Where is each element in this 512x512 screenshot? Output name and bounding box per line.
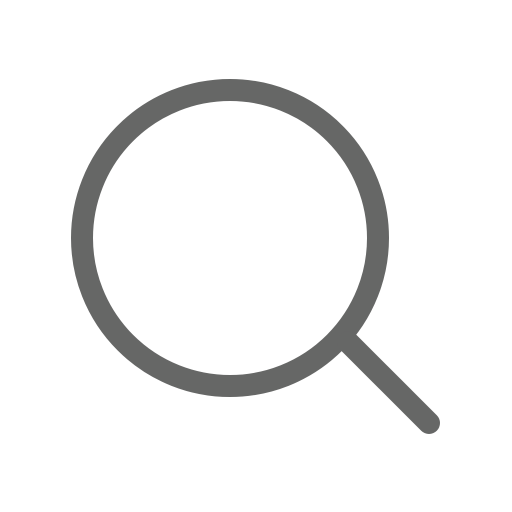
icon-canvas [0, 0, 512, 512]
search-icon-handle [337, 331, 440, 434]
search-icon-lens [71, 79, 389, 397]
search-icon[interactable] [0, 0, 512, 512]
search-icon-graphic [71, 79, 440, 434]
